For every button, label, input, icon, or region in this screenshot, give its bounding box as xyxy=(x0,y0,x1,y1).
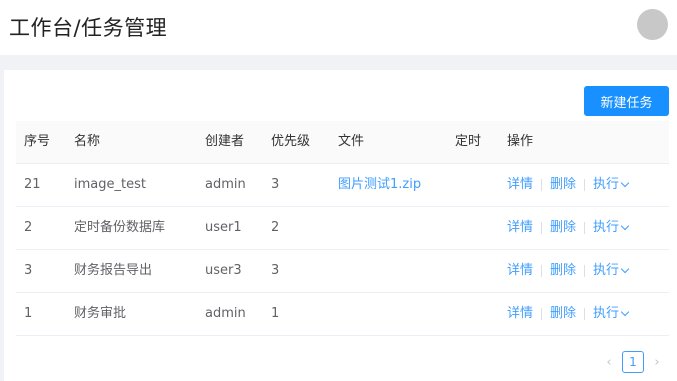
column-header-timer: 定时 xyxy=(455,134,482,149)
table-row: 2 定时备份数据库 user1 2 详情 删除 执行 xyxy=(16,207,669,250)
table-row: 21 image_test admin 3 图片测试1.zip 详情 删除 执行 xyxy=(16,164,669,207)
row-index: 3 xyxy=(24,263,33,278)
row-name: 财务报告导出 xyxy=(74,263,153,278)
next-page-icon[interactable]: › xyxy=(650,355,664,370)
row-name: 定时备份数据库 xyxy=(74,220,166,235)
detail-link[interactable]: 详情 xyxy=(507,164,533,206)
row-creator: admin xyxy=(205,177,246,192)
row-creator: user3 xyxy=(205,263,242,278)
table-header: 序号 名称 创建者 优先级 文件 定时 操作 xyxy=(16,121,669,164)
row-file-link[interactable]: 图片测试1.zip xyxy=(338,164,421,206)
column-header-creator: 创建者 xyxy=(205,134,245,149)
row-index: 21 xyxy=(24,177,41,192)
row-name: 财务审批 xyxy=(74,306,127,321)
delete-link[interactable]: 删除 xyxy=(550,250,576,292)
column-header-file: 文件 xyxy=(338,134,365,149)
chevron-down-icon xyxy=(620,178,630,188)
row-creator: admin xyxy=(205,306,246,321)
row-name: image_test xyxy=(74,177,146,192)
row-priority: 2 xyxy=(271,220,280,235)
delete-link[interactable]: 删除 xyxy=(550,207,576,249)
detail-link[interactable]: 详情 xyxy=(507,293,533,335)
divider xyxy=(584,179,586,191)
avatar[interactable] xyxy=(637,9,668,40)
task-table: 序号 名称 创建者 优先级 文件 定时 操作 21 image_test adm… xyxy=(16,121,669,336)
page-number-current[interactable]: 1 xyxy=(622,351,644,373)
row-actions: 详情 删除 执行 xyxy=(507,250,630,292)
row-actions: 详情 删除 执行 xyxy=(507,293,630,335)
row-index: 2 xyxy=(24,220,33,235)
chevron-down-icon xyxy=(620,307,630,317)
detail-link[interactable]: 详情 xyxy=(507,207,533,249)
page-title: 工作台/任务管理 xyxy=(9,16,168,40)
top-bar: 工作台/任务管理 xyxy=(0,0,677,55)
execute-dropdown[interactable]: 执行 xyxy=(593,250,630,292)
divider xyxy=(541,179,543,191)
column-header-actions: 操作 xyxy=(507,134,534,149)
pagination: ‹ 1 › xyxy=(602,351,664,373)
execute-dropdown[interactable]: 执行 xyxy=(593,207,630,249)
execute-dropdown[interactable]: 执行 xyxy=(593,164,630,206)
execute-label: 执行 xyxy=(593,220,620,235)
row-priority: 3 xyxy=(271,177,280,192)
divider xyxy=(541,222,543,234)
column-header-index: 序号 xyxy=(24,134,51,149)
divider xyxy=(584,222,586,234)
execute-label: 执行 xyxy=(593,177,620,192)
divider xyxy=(584,265,586,277)
execute-dropdown[interactable]: 执行 xyxy=(593,293,630,335)
row-actions: 详情 删除 执行 xyxy=(507,164,630,206)
chevron-down-icon xyxy=(620,264,630,274)
delete-link[interactable]: 删除 xyxy=(550,164,576,206)
execute-label: 执行 xyxy=(593,306,620,321)
row-creator: user1 xyxy=(205,220,242,235)
chevron-down-icon xyxy=(620,221,630,231)
row-priority: 1 xyxy=(271,306,280,321)
delete-link[interactable]: 删除 xyxy=(550,293,576,335)
divider xyxy=(541,308,543,320)
column-header-priority: 优先级 xyxy=(271,134,311,149)
divider xyxy=(541,265,543,277)
table-row: 1 财务审批 admin 1 详情 删除 执行 xyxy=(16,293,669,336)
new-task-button[interactable]: 新建任务 xyxy=(584,86,669,116)
row-priority: 3 xyxy=(271,263,280,278)
table-row: 3 财务报告导出 user3 3 详情 删除 执行 xyxy=(16,250,669,293)
row-actions: 详情 删除 执行 xyxy=(507,207,630,249)
execute-label: 执行 xyxy=(593,263,620,278)
row-index: 1 xyxy=(24,306,33,321)
divider xyxy=(584,308,586,320)
column-header-name: 名称 xyxy=(74,134,101,149)
prev-page-icon[interactable]: ‹ xyxy=(602,355,616,370)
detail-link[interactable]: 详情 xyxy=(507,250,533,292)
